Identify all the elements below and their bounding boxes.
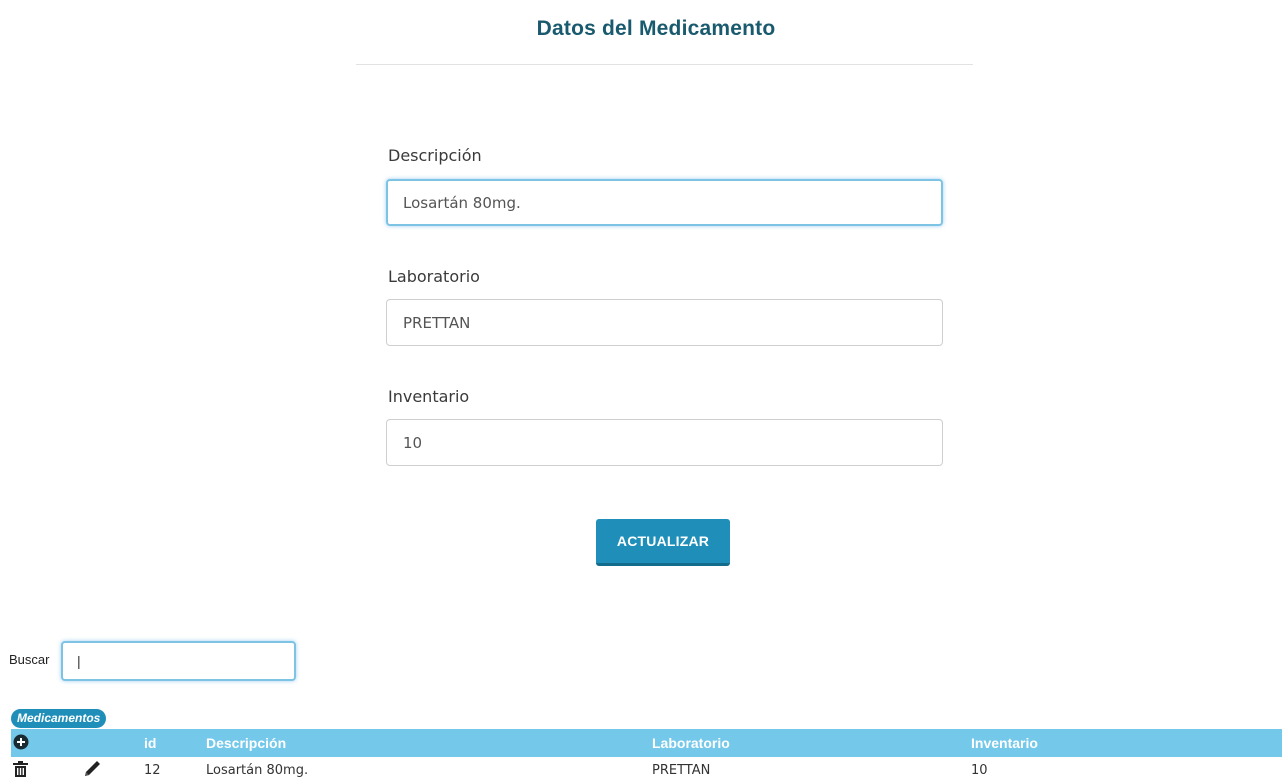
column-header-inventory[interactable]: Inventario bbox=[971, 729, 1038, 757]
search-input[interactable] bbox=[61, 641, 296, 681]
description-label: Descripción bbox=[388, 146, 482, 165]
plus-circle-icon[interactable] bbox=[13, 734, 29, 753]
description-input[interactable] bbox=[386, 179, 943, 226]
cell-description: Losartán 80mg. bbox=[206, 763, 309, 778]
laboratory-input[interactable] bbox=[386, 299, 943, 346]
update-button[interactable]: ACTUALIZAR bbox=[596, 519, 730, 566]
column-header-laboratory[interactable]: Laboratorio bbox=[652, 729, 730, 757]
laboratory-label: Laboratorio bbox=[388, 267, 480, 286]
table-caption: Medicamentos bbox=[11, 709, 107, 728]
cell-laboratory: PRETTAN bbox=[652, 763, 711, 778]
medication-page: Datos del Medicamento Descripción Labora… bbox=[0, 0, 1282, 780]
page-title: Datos del Medicamento bbox=[536, 17, 776, 40]
trash-icon[interactable] bbox=[13, 761, 28, 780]
title-divider bbox=[356, 64, 973, 65]
table-header: id Descripción Laboratorio Inventario bbox=[11, 729, 1282, 757]
cell-id: 12 bbox=[144, 763, 161, 778]
search-label: Buscar bbox=[9, 652, 50, 667]
column-header-id[interactable]: id bbox=[144, 729, 156, 757]
inventory-input[interactable] bbox=[386, 419, 943, 466]
inventory-label: Inventario bbox=[388, 387, 470, 406]
cell-inventory: 10 bbox=[971, 763, 988, 778]
pencil-icon[interactable] bbox=[83, 760, 101, 780]
column-header-description[interactable]: Descripción bbox=[206, 729, 286, 757]
table-row: 12 Losartán 80mg. PRETTAN 10 bbox=[11, 757, 1282, 780]
